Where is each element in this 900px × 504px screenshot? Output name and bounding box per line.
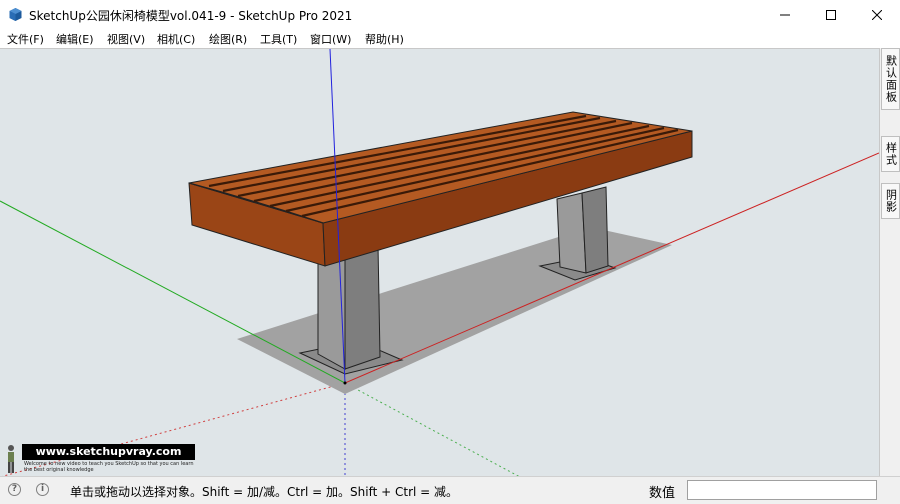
title-bar: SketchUp公园休闲椅模型vol.041-9 - SketchUp Pro … — [0, 0, 900, 30]
menu-tools[interactable]: 工具(T) — [260, 31, 297, 47]
model-viewport[interactable]: www.sketchupvray.com Welcome to new vide… — [0, 48, 879, 477]
measurements-input[interactable] — [687, 480, 877, 500]
axis-origin — [343, 381, 347, 385]
window-title: SketchUp公园休闲椅模型vol.041-9 - SketchUp Pro … — [29, 9, 353, 23]
scene-canvas — [0, 49, 879, 477]
menu-bar: 文件(F) 编辑(E) 视图(V) 相机(C) 绘图(R) 工具(T) 窗口(W… — [0, 30, 900, 48]
close-icon — [872, 10, 882, 20]
back-leg-side — [556, 192, 587, 274]
status-hint: 单击或拖动以选择对象。Shift = 加/减。Ctrl = 加。Shift + … — [70, 485, 459, 499]
tab-shadows[interactable]: 阴影 — [881, 183, 900, 219]
front-leg-side — [317, 253, 346, 370]
menu-file[interactable]: 文件(F) — [7, 31, 44, 47]
status-bar: ? i 单击或拖动以选择对象。Shift = 加/减。Ctrl = 加。Shif… — [0, 476, 900, 504]
menu-view[interactable]: 视图(V) — [107, 31, 145, 47]
maximize-icon — [826, 10, 836, 20]
watermark-url: www.sketchupvray.com — [22, 444, 195, 460]
tab-styles[interactable]: 样式 — [881, 136, 900, 172]
watermark-tagline: Welcome to new video to teach you Sketch… — [24, 461, 194, 473]
menu-edit[interactable]: 编辑(E) — [56, 31, 94, 47]
front-leg-face — [344, 244, 381, 370]
maximize-button[interactable] — [808, 0, 854, 30]
menu-draw[interactable]: 绘图(R) — [209, 31, 247, 47]
back-leg-face — [581, 186, 609, 274]
sketchup-app-icon — [9, 8, 22, 21]
minimize-icon — [780, 14, 790, 16]
info-icon[interactable]: i — [36, 483, 49, 496]
tab-default-tray[interactable]: 默认面板 — [881, 48, 900, 110]
watermark: www.sketchupvray.com Welcome to new vide… — [3, 444, 195, 474]
green-axis-dotted — [344, 382, 521, 477]
minimize-button[interactable] — [762, 0, 808, 30]
close-button[interactable] — [854, 0, 900, 30]
menu-window[interactable]: 窗口(W) — [310, 31, 351, 47]
menu-camera[interactable]: 相机(C) — [157, 31, 195, 47]
tray-panel: 默认面板 样式 阴影 — [879, 48, 900, 476]
measurements-label: 数值 — [649, 486, 676, 501]
geolocation-icon[interactable]: ? — [8, 483, 21, 496]
menu-help[interactable]: 帮助(H) — [365, 31, 404, 47]
person-figure-icon — [8, 445, 14, 473]
